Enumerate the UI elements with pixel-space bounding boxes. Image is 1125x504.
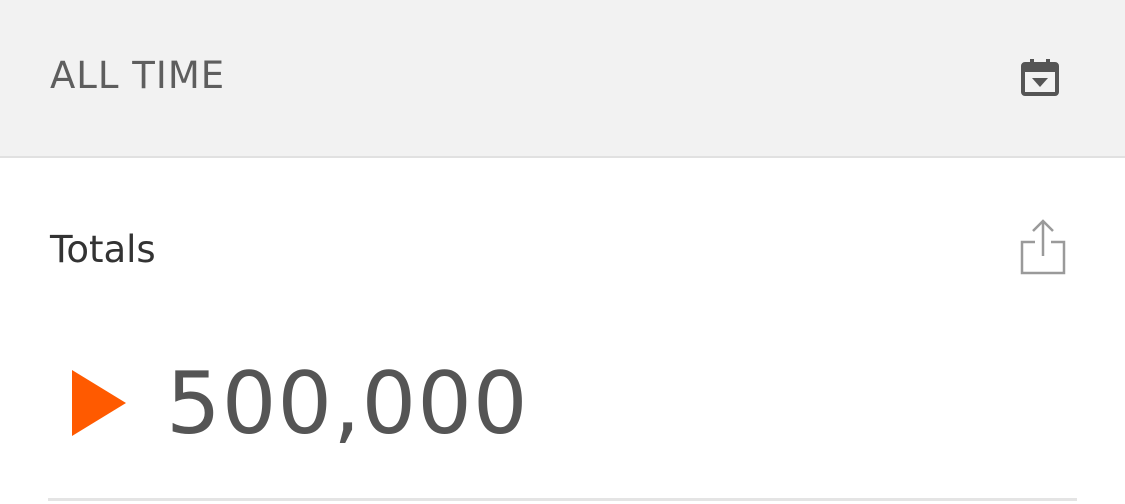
date-range-label[interactable]: ALL TIME	[50, 54, 225, 98]
section-title: Totals	[50, 228, 156, 271]
play-icon	[72, 370, 126, 436]
calendar-dropdown-icon	[1021, 59, 1059, 96]
divider	[48, 498, 1077, 501]
share-button[interactable]	[1010, 214, 1076, 280]
calendar-button[interactable]	[1010, 50, 1070, 106]
total-value: 500,000	[166, 354, 529, 454]
share-icon	[1020, 219, 1066, 275]
date-range-header[interactable]: ALL TIME	[0, 0, 1125, 158]
